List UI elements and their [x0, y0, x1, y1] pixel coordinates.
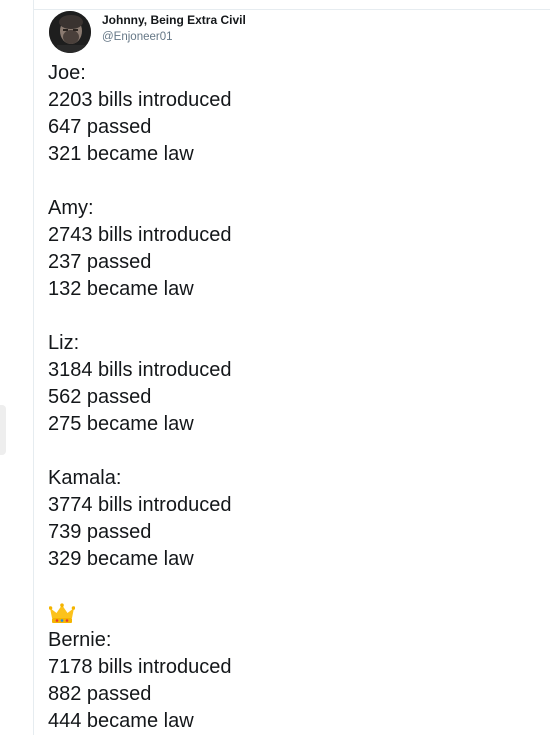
- bills-became-law: 275 became law: [48, 413, 194, 435]
- bills-passed: 882 passed: [48, 683, 152, 705]
- candidate-block-bernie: Bernie: 7178 bills introduced 882 passed…: [48, 600, 540, 735]
- bills-introduced: 2743 bills introduced: [48, 224, 232, 246]
- candidate-block-joe: Joe: 2203 bills introduced 647 passed 32…: [48, 60, 540, 168]
- bills-passed: 562 passed: [48, 386, 152, 408]
- candidate-block-kamala: Kamala: 3774 bills introduced 739 passed…: [48, 465, 540, 573]
- display-name[interactable]: Johnny, Being Extra Civil: [102, 12, 246, 29]
- bills-became-law: 132 became law: [48, 278, 194, 300]
- bills-introduced: 3184 bills introduced: [48, 359, 232, 381]
- bills-became-law: 444 became law: [48, 710, 194, 732]
- avatar-image: [49, 11, 91, 53]
- bills-introduced: 7178 bills introduced: [48, 656, 232, 678]
- bills-introduced: 2203 bills introduced: [48, 89, 232, 111]
- line-break: [48, 438, 540, 465]
- bills-passed: 237 passed: [48, 251, 152, 273]
- candidate-name: Bernie:: [48, 629, 112, 651]
- user-handle[interactable]: @Enjoneer01: [102, 29, 246, 46]
- tweet: Johnny, Being Extra Civil @Enjoneer01 Jo…: [34, 10, 550, 735]
- candidate-block-amy: Amy: 2743 bills introduced 237 passed 13…: [48, 195, 540, 303]
- tweet-body: Joe: 2203 bills introduced 647 passed 32…: [48, 60, 540, 735]
- candidate-name: Liz:: [48, 332, 80, 354]
- tweet-header: Johnny, Being Extra Civil @Enjoneer01: [49, 10, 246, 54]
- line-break: [48, 303, 540, 330]
- line-break: [48, 168, 540, 195]
- candidate-block-liz: Liz: 3184 bills introduced 562 passed 27…: [48, 330, 540, 438]
- avatar[interactable]: [49, 11, 91, 53]
- bills-introduced: 3774 bills introduced: [48, 494, 232, 516]
- crown-icon: [48, 600, 540, 627]
- line-break: [48, 573, 540, 600]
- bills-became-law: 321 became law: [48, 143, 194, 165]
- bills-passed: 647 passed: [48, 116, 152, 138]
- candidate-name: Kamala:: [48, 467, 122, 489]
- author-names: Johnny, Being Extra Civil @Enjoneer01: [102, 12, 246, 46]
- candidate-name: Joe:: [48, 62, 86, 84]
- tweet-page: Johnny, Being Extra Civil @Enjoneer01 Jo…: [0, 0, 550, 735]
- left-gutter: [0, 0, 34, 735]
- bills-passed: 739 passed: [48, 521, 152, 543]
- candidate-name: Amy:: [48, 197, 94, 219]
- bills-became-law: 329 became law: [48, 548, 194, 570]
- gutter-shadow: [0, 405, 6, 455]
